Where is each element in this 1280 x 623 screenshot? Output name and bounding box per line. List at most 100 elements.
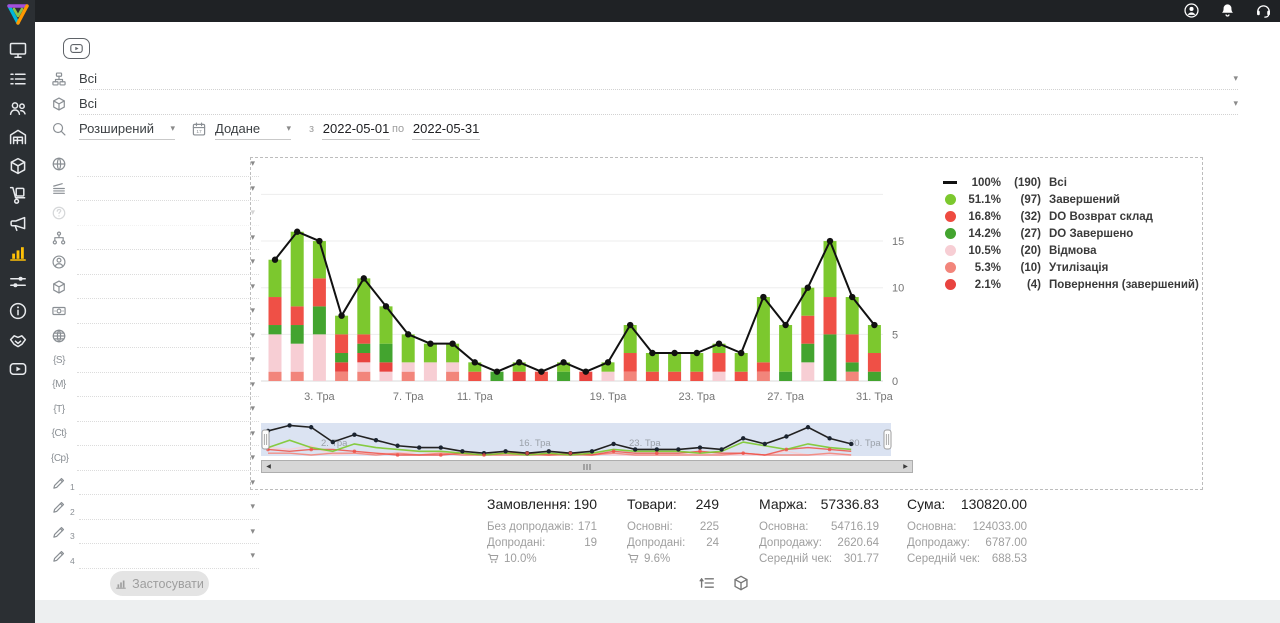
filter-row: ▾ bbox=[51, 275, 259, 300]
filter-select[interactable]: ▾ bbox=[77, 152, 259, 177]
info-icon bbox=[8, 301, 28, 321]
filter-row: {Cp} ▾ bbox=[51, 446, 259, 471]
sidebar-item-handshake[interactable] bbox=[8, 330, 28, 350]
filter-row: {S}▾ bbox=[51, 348, 259, 373]
sidebar-item-video[interactable] bbox=[8, 359, 28, 379]
filter-select[interactable]: ▾ bbox=[77, 226, 259, 251]
filter-select[interactable]: ▾ bbox=[77, 446, 259, 471]
sliders-icon bbox=[8, 272, 28, 292]
code-filter-label: {T} bbox=[51, 404, 67, 415]
filter-select[interactable]: ▾ bbox=[77, 250, 259, 275]
filter-row: ▾ bbox=[51, 177, 259, 202]
code-filter-label: {M} bbox=[51, 379, 67, 390]
orgchart-icon bbox=[51, 230, 67, 246]
sidebar-item-info[interactable] bbox=[8, 301, 28, 321]
filter-select[interactable]: ▾ bbox=[77, 275, 259, 300]
filter-select[interactable]: ▾ bbox=[77, 177, 259, 202]
filter-select[interactable]: ▾ bbox=[79, 471, 259, 496]
sidebar-item-sliders[interactable] bbox=[8, 272, 28, 292]
filter-select[interactable]: ▾ bbox=[77, 373, 259, 398]
filter-row: 3▾ bbox=[51, 520, 259, 545]
stat-row: Середній чек:301.77 bbox=[759, 551, 879, 567]
sidebar-item-box[interactable] bbox=[8, 156, 28, 176]
sidebar-item-chart[interactable] bbox=[8, 243, 28, 263]
navigator-handle[interactable] bbox=[262, 430, 269, 449]
globe2-icon bbox=[51, 328, 67, 344]
filter-category-row: Всі ▾ bbox=[51, 68, 1238, 90]
sidebar-item-users[interactable] bbox=[8, 98, 28, 118]
scrollbar-track[interactable] bbox=[275, 461, 899, 472]
stat-row: Допродажу:2620.64 bbox=[759, 535, 879, 551]
legend-item[interactable]: 14.2% (27) DO Завершено bbox=[943, 225, 1199, 242]
navigator-svg[interactable]: 2. Тра16. Тра23. Тра30. Тра bbox=[261, 422, 913, 458]
chevron-down-icon: ▾ bbox=[250, 502, 259, 511]
sidebar-item-dolly[interactable] bbox=[8, 185, 28, 205]
filter-select[interactable]: ▾ bbox=[77, 422, 259, 447]
svg-text:3. Тра: 3. Тра bbox=[304, 391, 335, 403]
category-select[interactable]: Всі ▾ bbox=[79, 68, 1238, 90]
svg-text:16. Тра: 16. Тра bbox=[519, 438, 551, 449]
legend-item[interactable]: 2.1% (4) Повернення (завершений) bbox=[943, 276, 1199, 293]
box-toggle-button[interactable] bbox=[732, 574, 750, 592]
filter-select[interactable]: ▾ bbox=[79, 520, 259, 545]
scroll-right-icon[interactable]: ▶ bbox=[899, 461, 912, 472]
product-value: Всі bbox=[79, 96, 97, 111]
chevron-down-icon: ▾ bbox=[250, 551, 259, 560]
apply-button[interactable]: Застосувати bbox=[110, 571, 209, 596]
sidebar-item-list[interactable] bbox=[8, 69, 28, 89]
video-icon bbox=[8, 359, 28, 379]
view-toggle-icons bbox=[698, 574, 750, 592]
money-icon bbox=[51, 303, 67, 319]
video-help-button[interactable] bbox=[63, 38, 90, 59]
stat-title: Сума:130820.00 bbox=[907, 496, 1027, 512]
navigator-handle[interactable] bbox=[884, 430, 891, 449]
date-to-input[interactable]: 2022-05-31 bbox=[412, 118, 480, 140]
filter-select[interactable]: ▾ bbox=[79, 544, 259, 569]
date-from-label: з bbox=[309, 123, 314, 135]
globe-icon bbox=[51, 156, 67, 172]
filter-row: ▾ bbox=[51, 299, 259, 324]
svg-text:7. Тра: 7. Тра bbox=[393, 391, 424, 403]
orders-chart-svg: 0510153. Тра7. Тра11. Тра19. Тра23. Тра2… bbox=[261, 164, 921, 414]
date-from-input[interactable]: 2022-05-01 bbox=[322, 118, 390, 140]
bell-icon bbox=[1219, 2, 1236, 19]
sidebar-item-monitor[interactable] bbox=[8, 40, 28, 60]
filter-select[interactable]: ▾ bbox=[77, 397, 259, 422]
scroll-left-icon[interactable]: ◀ bbox=[262, 461, 275, 472]
legend-item[interactable]: 16.8% (32) DO Возврат склад bbox=[943, 208, 1199, 225]
chevron-down-icon: ▾ bbox=[250, 527, 259, 536]
app-sidebar bbox=[0, 0, 35, 623]
sidebar-item-warehouse[interactable] bbox=[8, 127, 28, 147]
code-filter-label: {Cp} bbox=[51, 453, 67, 464]
upsell-percent: 9.6% bbox=[627, 552, 719, 565]
legend-marker bbox=[943, 245, 957, 256]
sitemap-icon-slot bbox=[51, 71, 67, 87]
headset-icon bbox=[1255, 2, 1272, 19]
bell-button[interactable] bbox=[1219, 2, 1236, 19]
stat-column: Замовлення:190 Без допродажів:171Допрода… bbox=[487, 496, 597, 567]
search-icon-slot bbox=[51, 121, 67, 137]
account-button[interactable] bbox=[1183, 2, 1200, 19]
date-field-value: Додане bbox=[215, 121, 260, 136]
date-field-select[interactable]: Додане ▾ bbox=[215, 118, 291, 140]
users-icon bbox=[8, 98, 28, 118]
sitemap-icon bbox=[51, 71, 67, 87]
legend-item[interactable]: 51.1% (97) Завершений bbox=[943, 191, 1199, 208]
headset-button[interactable] bbox=[1255, 2, 1272, 19]
legend-item[interactable]: 10.5% (20) Відмова bbox=[943, 242, 1199, 259]
search-mode-select[interactable]: Розширений ▾ bbox=[79, 118, 175, 140]
legend-item[interactable]: 5.3% (10) Утилізація bbox=[943, 259, 1199, 276]
cart-icon bbox=[487, 552, 500, 565]
scrollbar-grip[interactable] bbox=[584, 464, 591, 470]
product-select[interactable]: Всі ▾ bbox=[79, 93, 1238, 115]
navigator-scrollbar[interactable]: ◀ ▶ bbox=[261, 460, 913, 473]
legend-item[interactable]: 100% (190) Всі bbox=[943, 174, 1199, 191]
filter-select[interactable]: ▾ bbox=[77, 324, 259, 349]
svg-text:15: 15 bbox=[892, 236, 904, 248]
sidebar-item-megaphone[interactable] bbox=[8, 214, 28, 234]
listsort-toggle-button[interactable] bbox=[698, 574, 716, 592]
filter-select[interactable]: ▾ bbox=[77, 348, 259, 373]
chart-navigator[interactable]: 2. Тра16. Тра23. Тра30. Тра bbox=[261, 422, 913, 463]
filter-select[interactable]: ▾ bbox=[79, 495, 259, 520]
filter-select[interactable]: ▾ bbox=[77, 299, 259, 324]
